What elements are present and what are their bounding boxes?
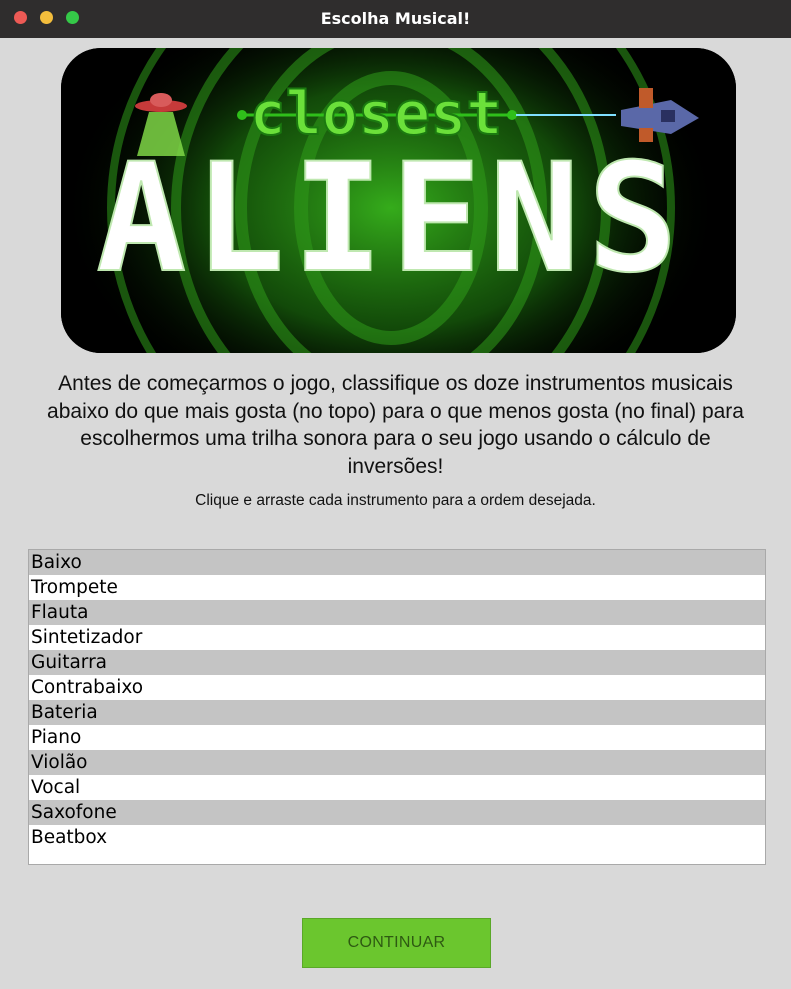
list-item[interactable]: Vocal (29, 775, 765, 800)
list-item[interactable]: Trompete (29, 575, 765, 600)
list-item[interactable]: Beatbox (29, 825, 765, 850)
list-item[interactable]: Contrabaixo (29, 675, 765, 700)
game-logo-banner: closest ALIENS (61, 48, 736, 353)
list-item[interactable]: Sintetizador (29, 625, 765, 650)
list-item[interactable]: Guitarra (29, 650, 765, 675)
list-item[interactable]: Flauta (29, 600, 765, 625)
title-bar: Escolha Musical! (0, 0, 791, 38)
list-item[interactable]: Bateria (29, 700, 765, 725)
logo-big-text: ALIENS (96, 132, 686, 306)
list-item[interactable]: Piano (29, 725, 765, 750)
list-item[interactable]: Saxofone (29, 800, 765, 825)
list-item[interactable]: Baixo (29, 550, 765, 575)
continue-button[interactable]: CONTINUAR (302, 918, 491, 968)
intro-text: Antes de começarmos o jogo, classifique … (47, 372, 744, 478)
window-title: Escolha Musical! (320, 9, 471, 28)
list-item[interactable]: Violão (29, 750, 765, 775)
drag-hint-text: Clique e arraste cada instrumento para a… (195, 492, 596, 509)
instrument-list[interactable]: Baixo Trompete Flauta Sintetizador Guita… (28, 549, 766, 865)
